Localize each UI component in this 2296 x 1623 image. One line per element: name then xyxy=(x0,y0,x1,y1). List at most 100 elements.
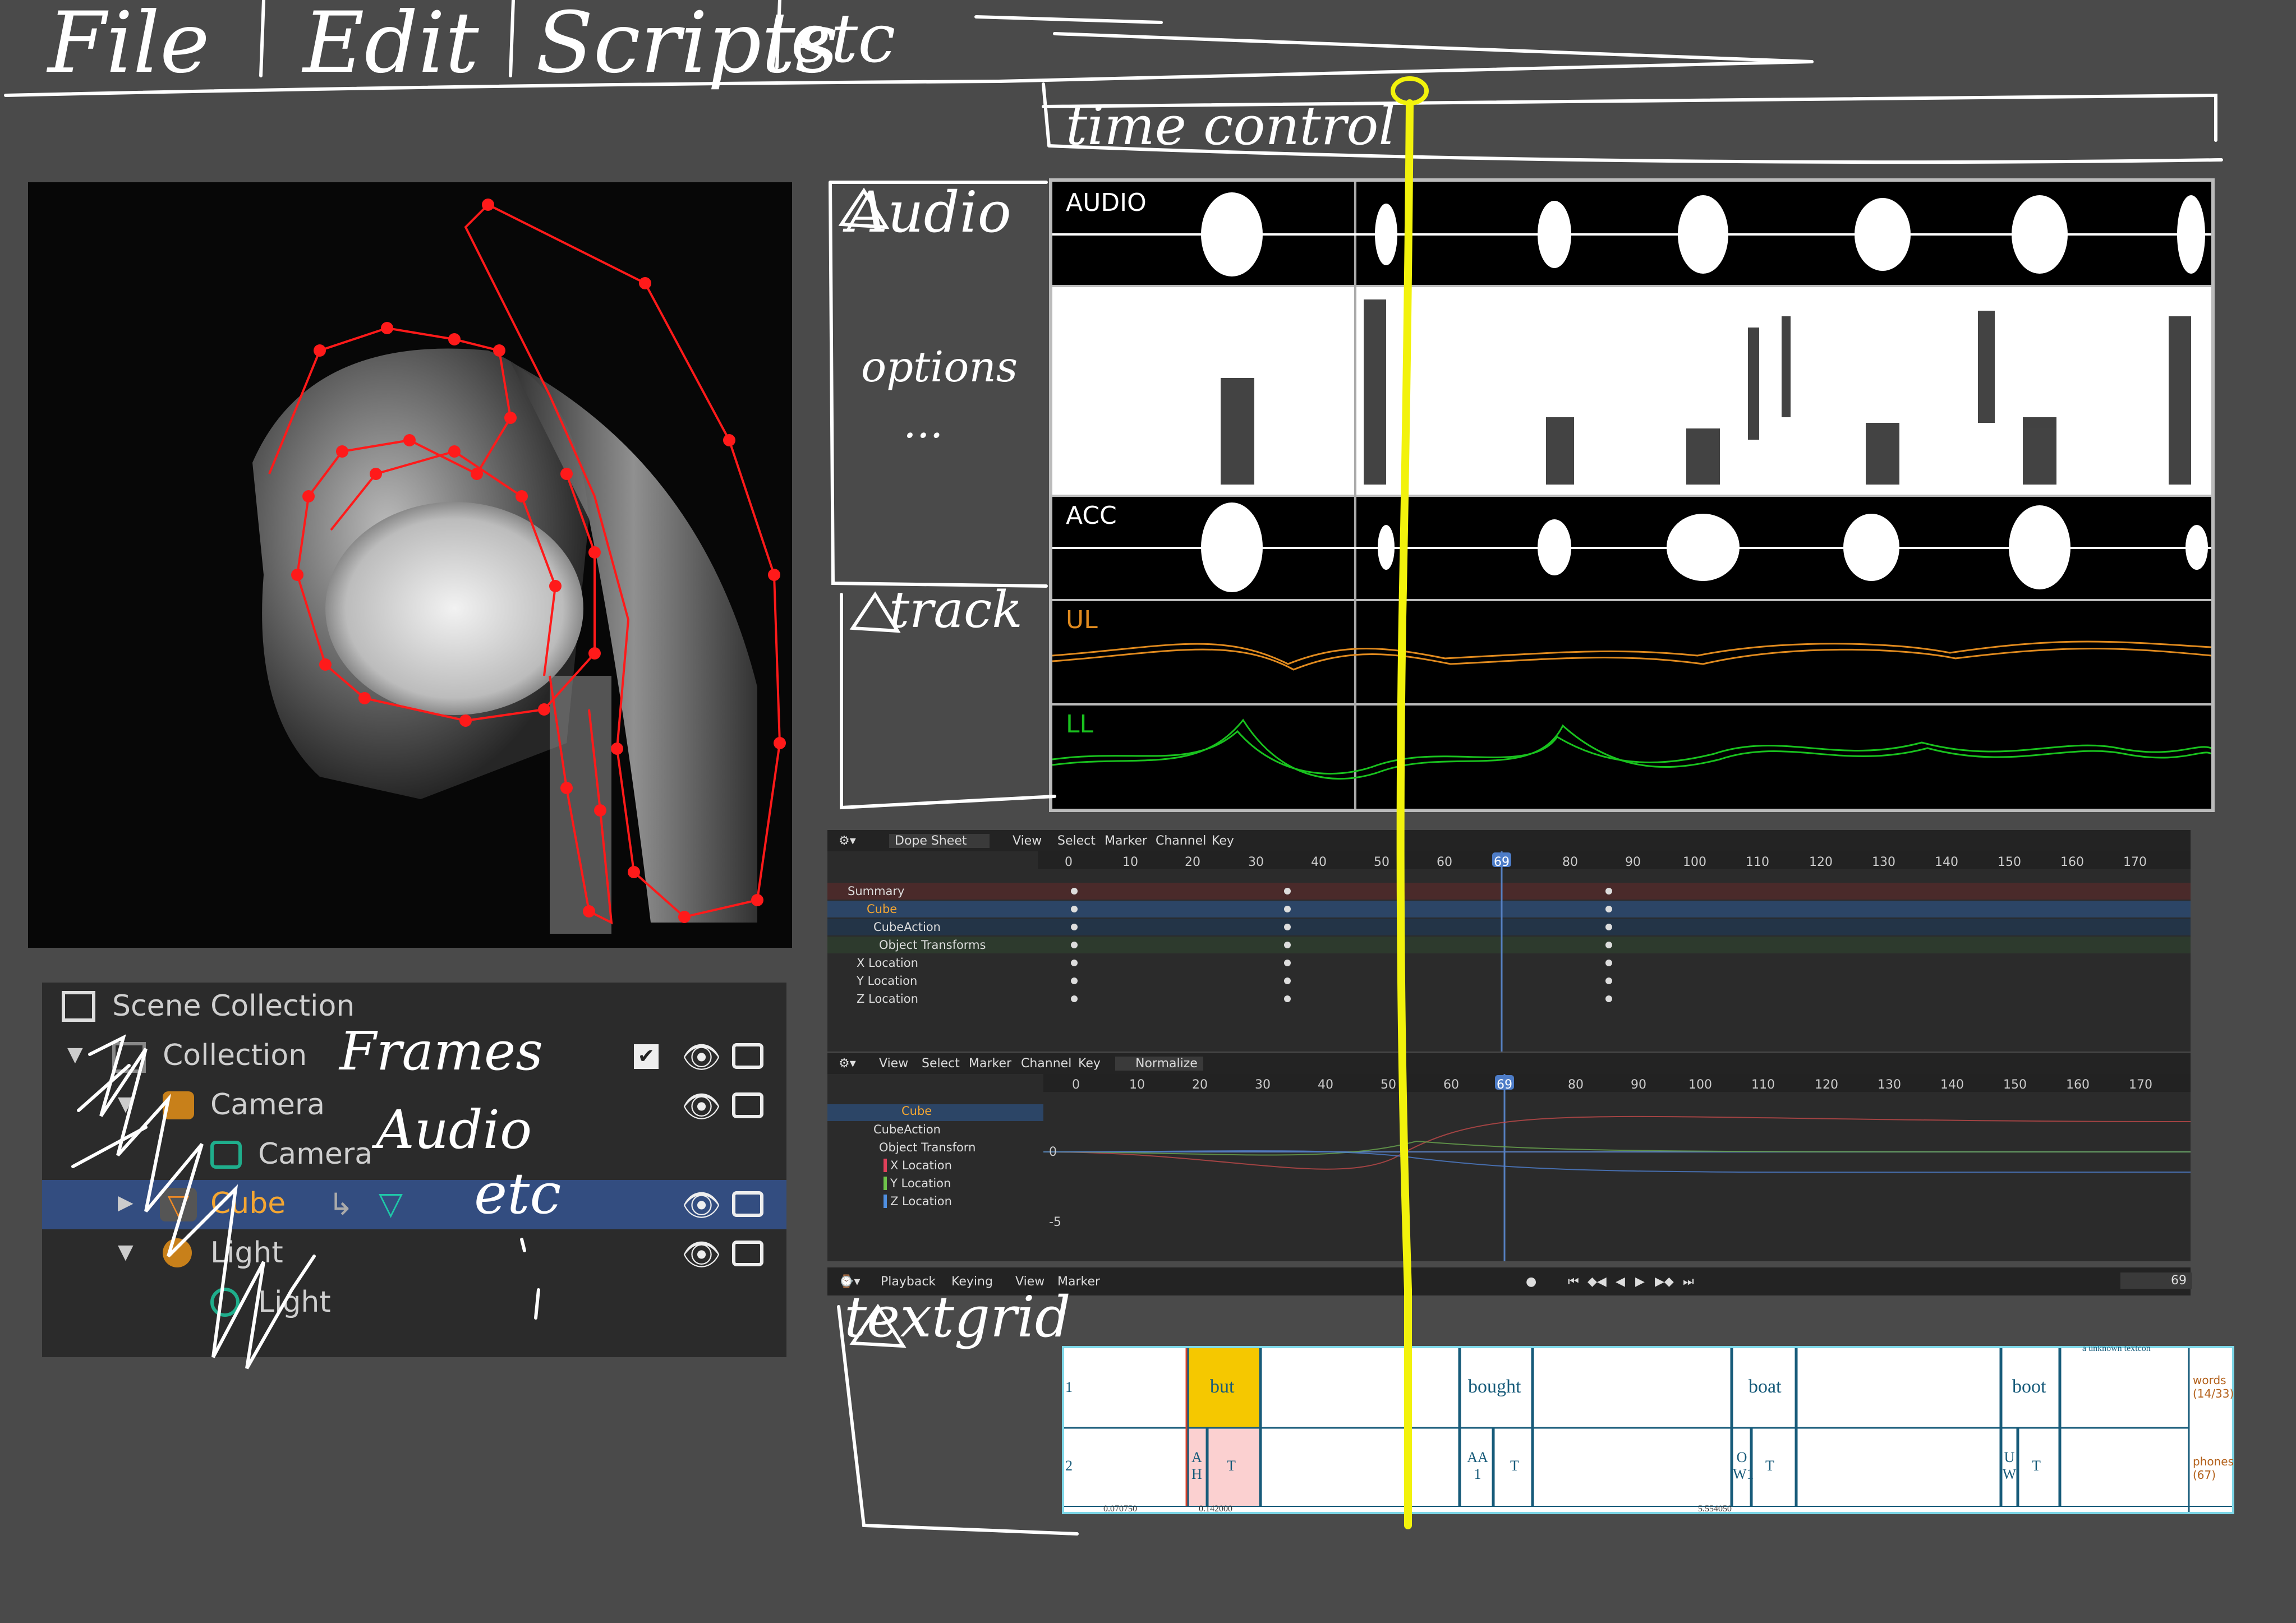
current-frame-field[interactable]: 69 xyxy=(2120,1272,2192,1289)
channel-cubeaction[interactable]: CubeAction xyxy=(873,920,941,934)
current-frame-marker[interactable]: 69 xyxy=(1494,855,1510,869)
expand-arrow-icon[interactable]: ▼ xyxy=(118,1241,134,1264)
menu-view[interactable]: View xyxy=(879,1057,908,1071)
play-reverse-icon[interactable]: ◀ xyxy=(1616,1275,1625,1289)
menu-channel[interactable]: Channel xyxy=(1156,834,1206,848)
channel-y-location[interactable]: Y Location xyxy=(857,974,917,988)
audio-waveform xyxy=(1052,192,2211,276)
channel-summary[interactable]: Summary xyxy=(848,884,904,898)
channel-object-transforms[interactable]: Object Transforn xyxy=(879,1141,976,1154)
channel-cubeaction[interactable]: CubeAction xyxy=(873,1123,941,1136)
menu-etc[interactable]: etc xyxy=(791,0,895,78)
cube-label: Cube xyxy=(210,1187,286,1220)
menu-marker[interactable]: Marker xyxy=(969,1057,1011,1071)
annotation-etc: etc xyxy=(474,1161,562,1227)
tier-name-words[interactable]: words (14/33) xyxy=(2193,1373,2234,1400)
channel-x-location[interactable]: X Location xyxy=(884,1159,952,1172)
visibility-eye-icon[interactable]: 👁 xyxy=(682,1088,721,1125)
jump-start-icon[interactable]: ⏮ xyxy=(1568,1275,1579,1289)
outliner-row-light-data[interactable]: Light xyxy=(42,1279,786,1328)
expand-arrow-icon[interactable]: ▼ xyxy=(118,1092,134,1115)
phone-interval[interactable]: AA 1 xyxy=(1464,1449,1492,1483)
phone-interval[interactable]: A H xyxy=(1191,1449,1205,1483)
play-icon[interactable]: ▶ xyxy=(1635,1275,1645,1289)
channel-z-location[interactable]: Z Location xyxy=(857,992,918,1006)
menu-view[interactable]: View xyxy=(1013,834,1042,848)
tier-name-phones[interactable]: phones (67) xyxy=(2193,1455,2234,1482)
next-keyframe-icon[interactable]: ▶◆ xyxy=(1655,1275,1674,1289)
ruler-tick: 150 xyxy=(1998,855,2021,869)
signal-label-ul: UL xyxy=(1066,606,1098,634)
current-frame-marker[interactable]: 69 xyxy=(1497,1078,1512,1092)
channel-object-transforms[interactable]: Object Transforms xyxy=(879,938,986,952)
ruler-tick: 60 xyxy=(1443,1078,1459,1092)
exclude-checkbox[interactable]: ✔ xyxy=(634,1044,659,1069)
word-interval[interactable]: boat xyxy=(1749,1376,1782,1398)
ruler-tick: 160 xyxy=(2066,1078,2090,1092)
render-camera-icon[interactable] xyxy=(732,1191,763,1217)
phone-interval[interactable]: T xyxy=(1510,1458,1519,1474)
menu-file[interactable]: File xyxy=(48,0,210,92)
menu-select[interactable]: Select xyxy=(1057,834,1096,848)
render-camera-icon[interactable] xyxy=(732,1092,763,1118)
editor-type-icon[interactable]: ⚙▾ xyxy=(839,1057,856,1071)
collection-label: Collection xyxy=(163,1039,307,1072)
textgrid-panel[interactable]: 1 2 but bought boat boot A H T AA 1 T O … xyxy=(1062,1344,2234,1514)
phone-interval[interactable]: U W xyxy=(2002,1449,2017,1483)
outliner-row-light[interactable]: ▼ Light 👁 xyxy=(42,1229,786,1279)
visibility-eye-icon[interactable]: 👁 xyxy=(682,1187,721,1224)
ruler-tick: 120 xyxy=(1809,855,1833,869)
word-interval[interactable]: boot xyxy=(2012,1376,2046,1398)
dope-sheet-editor[interactable]: ⚙▾ Dope Sheet View Select Marker Channel… xyxy=(827,830,2191,1052)
ruler-tick: 30 xyxy=(1248,855,1264,869)
jump-end-icon[interactable]: ⏭ xyxy=(1683,1275,1694,1289)
signal-label-acc: ACC xyxy=(1066,501,1117,530)
collection-icon xyxy=(112,1042,146,1073)
channel-cube[interactable]: Cube xyxy=(867,902,897,916)
outliner-row-cube[interactable]: ▶ ▽ Cube ↳ ▽ 👁 xyxy=(42,1180,786,1229)
menu-select[interactable]: Select xyxy=(922,1057,960,1071)
channel-cube[interactable]: Cube xyxy=(901,1104,932,1118)
expand-arrow-icon[interactable]: ▼ xyxy=(67,1043,83,1066)
scene-collection-label: Scene Collection xyxy=(112,989,355,1023)
render-camera-icon[interactable] xyxy=(732,1241,763,1266)
channel-y-location[interactable]: Y Location xyxy=(884,1177,951,1190)
visibility-eye-icon[interactable]: 👁 xyxy=(682,1039,721,1076)
visibility-eye-icon[interactable]: 👁 xyxy=(682,1236,721,1273)
mode-dropdown[interactable]: Dope Sheet xyxy=(889,834,990,848)
signal-label-audio: AUDIO xyxy=(1066,188,1147,217)
ruler-tick: 140 xyxy=(1940,1078,1964,1092)
signal-display-panel[interactable]: AUDIO ACC UL LL xyxy=(1049,178,2215,812)
menu-key[interactable]: Key xyxy=(1212,834,1234,848)
menu-marker[interactable]: Marker xyxy=(1105,834,1147,848)
menu-key[interactable]: Key xyxy=(1078,1057,1101,1071)
signal-label-ll: LL xyxy=(1066,710,1094,739)
phone-interval[interactable]: T xyxy=(2032,1458,2041,1474)
record-button[interactable]: ● xyxy=(1526,1275,1536,1289)
menu-edit[interactable]: Edit xyxy=(303,0,479,92)
collapse-arrow-icon[interactable]: ▶ xyxy=(118,1191,134,1214)
ruler-tick: 10 xyxy=(1129,1078,1145,1092)
textgrid-section-label: textgrid xyxy=(844,1284,1071,1350)
word-interval[interactable]: but xyxy=(1210,1376,1234,1398)
light-label: Light xyxy=(210,1236,283,1270)
normalize-toggle[interactable]: Normalize xyxy=(1115,1057,1203,1071)
ruler-tick: 120 xyxy=(1815,1078,1838,1092)
phone-interval[interactable]: T xyxy=(1765,1458,1774,1474)
tier-number: 2 xyxy=(1065,1458,1073,1474)
prev-keyframe-icon[interactable]: ◆◀ xyxy=(1588,1275,1607,1289)
phone-interval[interactable]: T xyxy=(1227,1458,1236,1474)
ruler-tick: 150 xyxy=(2003,1078,2027,1092)
menu-channel[interactable]: Channel xyxy=(1021,1057,1071,1071)
track-section-label: track xyxy=(889,580,1023,639)
graph-editor[interactable]: ⚙▾ View Select Marker Channel Key Normal… xyxy=(827,1053,2191,1261)
ruler-tick: 10 xyxy=(1122,855,1138,869)
word-interval[interactable]: bought xyxy=(1468,1376,1521,1398)
time-label: 0.142000 xyxy=(1199,1504,1232,1514)
channel-x-location[interactable]: X Location xyxy=(857,956,918,970)
channel-z-location[interactable]: Z Location xyxy=(884,1195,952,1208)
phone-interval[interactable]: O W1 xyxy=(1733,1449,1754,1483)
editor-type-icon[interactable]: ⚙▾ xyxy=(839,834,856,848)
render-camera-icon[interactable] xyxy=(732,1043,763,1069)
ruler-tick: 160 xyxy=(2060,855,2084,869)
